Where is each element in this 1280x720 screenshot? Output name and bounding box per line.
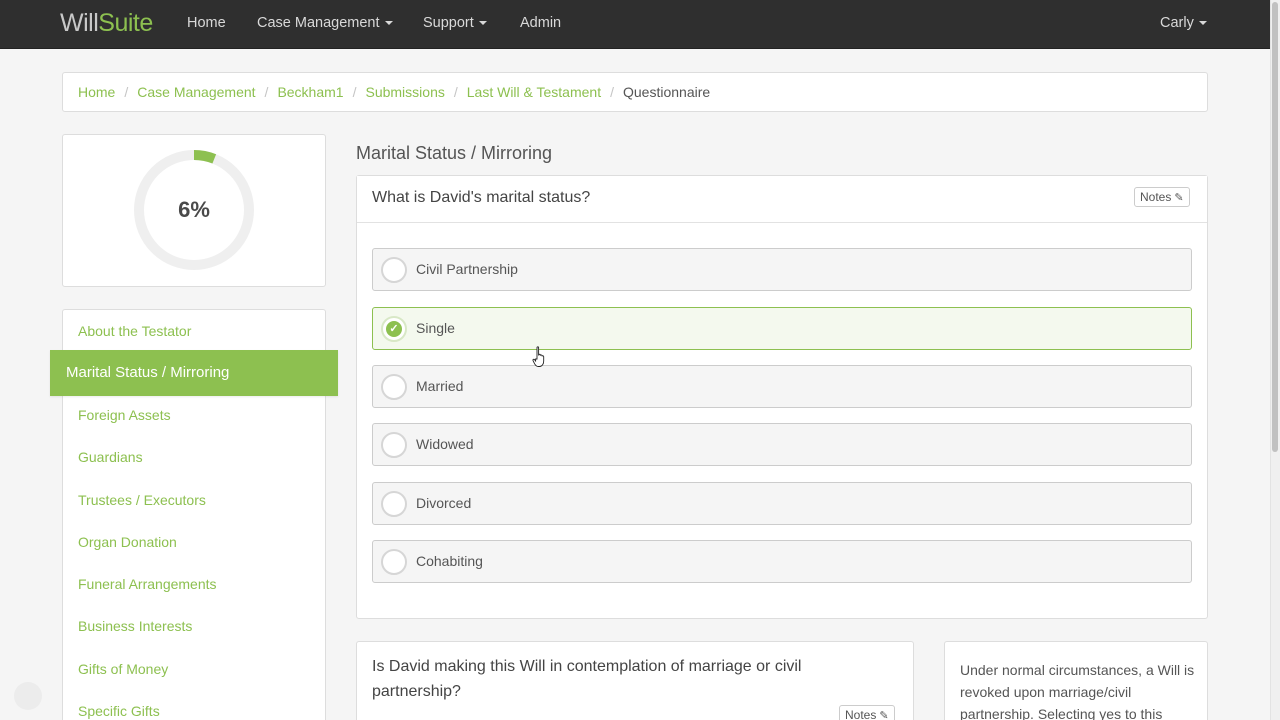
radio-circle[interactable] [381,374,407,400]
nav-user-label: Carly [1160,15,1194,31]
radio-circle[interactable] [381,257,407,283]
breadcrumb-case[interactable]: Beckham1 [277,84,343,100]
sidebar-item-funeral-arrangements[interactable]: Funeral Arrangements [78,574,217,594]
question-panel-marital-status: What is David's marital status? Notes ✎ C… [356,175,1208,619]
option-cohabiting[interactable]: Cohabiting [372,540,1192,583]
sidebar-item-specific-gifts[interactable]: Specific Gifts [78,701,160,720]
sidebar-item-gifts-of-money[interactable]: Gifts of Money [78,659,168,679]
nav-case-management-label: Case Management [257,15,380,31]
section-title: Marital Status / Mirroring [356,143,553,163]
sidebar-item-marital-status[interactable]: Marital Status / Mirroring [50,350,338,396]
option-label: Married [416,378,464,394]
pencil-icon: ✎ [1174,192,1184,204]
notes-button[interactable]: Notes ✎ [1134,187,1190,207]
notes-button[interactable]: Notes ✎ [839,705,895,720]
nav-case-management[interactable]: Case Management [257,0,393,48]
info-text: Under normal circumstances, a Will is re… [960,662,1195,720]
nav-user-menu[interactable]: Carly [1160,0,1207,48]
radio-circle[interactable] [381,491,407,517]
option-civil-partnership[interactable]: Civil Partnership [372,248,1192,291]
notes-label: Notes [1140,190,1172,204]
option-widowed[interactable]: Widowed [372,423,1192,466]
option-single[interactable]: ✓ Single [372,307,1192,350]
sidebar-item-foreign-assets[interactable]: Foreign Assets [78,405,171,425]
option-label: Single [416,320,455,336]
nav-admin[interactable]: Admin [520,0,561,48]
breadcrumb-home[interactable]: Home [78,84,115,100]
radio-circle[interactable] [381,432,407,458]
sidebar-item-organ-donation[interactable]: Organ Donation [78,532,177,552]
chat-widget-icon[interactable] [14,682,42,710]
breadcrumb-case-management[interactable]: Case Management [137,84,255,100]
caret-down-icon [478,21,487,26]
question-text: What is David's marital status? [372,189,591,206]
page-scrollbar[interactable] [1270,0,1280,720]
caret-down-icon [384,21,393,26]
pencil-icon: ✎ [879,710,889,720]
radio-circle[interactable]: ✓ [381,316,407,342]
top-navbar: WillSuite Home Case Management Support A… [0,0,1270,49]
question-panel-contemplation-of-marriage: Is David making this Will in contemplati… [356,641,914,720]
breadcrumb-submissions[interactable]: Submissions [365,84,444,100]
brand-logo[interactable]: WillSuite [60,9,153,38]
breadcrumb: Home / Case Management / Beckham1 / Submission… [62,72,1208,112]
breadcrumb-questionnaire: Questionnaire [623,84,711,100]
hand-cursor-icon [532,346,545,367]
option-divorced[interactable]: Divorced [372,482,1192,525]
scrollbar-thumb[interactable] [1272,2,1278,452]
caret-down-icon [1198,21,1207,26]
question-text: Is David making this Will in contemplati… [372,658,802,700]
breadcrumb-separator: / [453,84,458,100]
sidebar-item-guardians[interactable]: Guardians [78,447,143,467]
nav-support-label: Support [423,15,474,31]
progress-panel: 6% [62,134,326,287]
notes-label: Notes [845,708,877,720]
option-label: Civil Partnership [416,261,518,277]
question-header: What is David's marital status? Notes ✎ [357,176,1207,223]
sidebar-item-business-interests[interactable]: Business Interests [78,616,192,636]
option-label: Divorced [416,495,472,511]
nav-support[interactable]: Support [423,0,487,48]
breadcrumb-separator: / [610,84,614,100]
info-panel: Under normal circumstances, a Will is re… [944,641,1208,720]
breadcrumb-separator: / [264,84,269,100]
option-label: Cohabiting [416,553,483,569]
sidebar-item-about-testator[interactable]: About the Testator [78,321,191,341]
nav-home[interactable]: Home [187,0,226,48]
progress-percent: 6% [178,197,210,222]
radio-circle[interactable] [381,549,407,575]
sidebar-item-trustees-executors[interactable]: Trustees / Executors [78,490,206,510]
breadcrumb-last-will[interactable]: Last Will & Testament [467,84,601,100]
check-icon: ✓ [386,321,402,337]
option-married[interactable]: Married [372,365,1192,408]
breadcrumb-separator: / [124,84,129,100]
breadcrumb-separator: / [352,84,357,100]
option-label: Widowed [416,436,474,452]
